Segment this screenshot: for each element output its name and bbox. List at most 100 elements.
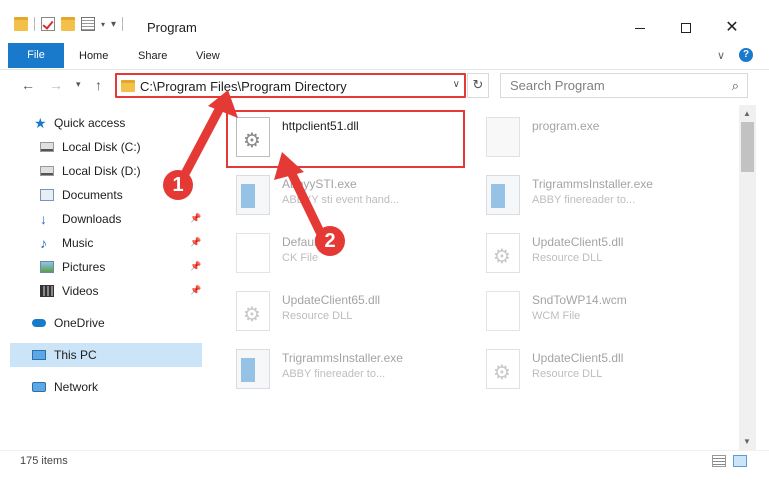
- file-name: httpclient51.dll: [282, 119, 359, 133]
- exe-file-icon: [236, 175, 270, 215]
- recent-locations-icon[interactable]: ▾: [76, 79, 81, 90]
- scroll-down-icon[interactable]: ▼: [743, 437, 751, 446]
- sidebar-item-label: Documents: [62, 188, 123, 202]
- sidebar-item-onedrive[interactable]: OneDrive: [32, 311, 234, 335]
- forward-arrow-icon[interactable]: →: [49, 77, 63, 93]
- file-item[interactable]: TrigrammsInstaller.exe ABBY finereader t…: [468, 163, 713, 221]
- file-type: Resource DLL: [532, 252, 603, 264]
- scroll-up-icon[interactable]: ▲: [743, 109, 751, 118]
- status-bar: 175 items: [0, 450, 769, 481]
- divider: [122, 17, 124, 31]
- back-arrow-icon[interactable]: ←: [21, 77, 35, 93]
- document-file-icon: [486, 291, 520, 331]
- address-path[interactable]: C:\Program Files\Program Directory: [140, 79, 347, 94]
- sidebar-item-label: Quick access: [54, 116, 126, 130]
- sidebar-item-label: This PC: [54, 348, 97, 362]
- sidebar-item-downloads[interactable]: ↓ Downloads 📌: [40, 207, 202, 231]
- callout-step-1: 1: [163, 170, 193, 200]
- navigation-pane: ★ Quick access Local Disk (C:) Local Dis…: [0, 105, 213, 450]
- sidebar-item-label: Music: [62, 236, 94, 250]
- pin-icon[interactable]: 📌: [190, 213, 201, 223]
- dll-file-icon: [236, 291, 270, 331]
- exe-file-icon: [236, 349, 270, 389]
- tab-share[interactable]: Share: [138, 45, 167, 67]
- title-bar: ▾ ▾ Program ✕: [0, 0, 769, 42]
- sidebar-item-videos[interactable]: Videos 📌: [40, 279, 202, 303]
- file-item[interactable]: UpdateClient5.dll Resource DLL: [468, 337, 713, 395]
- disk-icon: [40, 142, 54, 152]
- item-count: 175 items: [20, 455, 68, 467]
- documents-icon: [40, 189, 54, 201]
- file-type: WCM File: [532, 310, 581, 322]
- expand-ribbon-icon[interactable]: ∨: [717, 49, 725, 62]
- window-title: Program: [147, 20, 197, 35]
- tab-file[interactable]: File: [8, 43, 64, 68]
- exe-file-icon: [486, 175, 520, 215]
- pin-icon[interactable]: 📌: [190, 237, 201, 247]
- file-list: httpclient51.dll program.exe AbbyySTI.ex…: [213, 105, 739, 450]
- file-item[interactable]: AbbyySTI.exe ABBYY sti event hand...: [218, 163, 463, 221]
- file-type: Resource DLL: [532, 368, 603, 380]
- refresh-button[interactable]: ↻: [467, 73, 489, 98]
- video-icon: [40, 285, 54, 297]
- pc-icon: [32, 350, 46, 360]
- maximize-icon: [681, 23, 691, 33]
- file-name: TrigrammsInstaller.exe: [532, 177, 653, 191]
- music-icon: ♪: [40, 235, 47, 251]
- sidebar-item-label: OneDrive: [54, 316, 105, 330]
- minimize-icon: [635, 27, 645, 29]
- pin-icon[interactable]: 📌: [190, 261, 201, 271]
- tiles-view-icon[interactable]: [733, 455, 747, 467]
- search-box[interactable]: ⌕: [500, 73, 748, 98]
- file-item[interactable]: SndToWP14.wcm WCM File: [468, 279, 713, 337]
- search-icon[interactable]: ⌕: [732, 78, 739, 94]
- quick-access-toolbar: ▾ ▾: [14, 17, 124, 31]
- maximize-button[interactable]: [663, 14, 709, 42]
- vertical-scrollbar[interactable]: ▲ ▼: [739, 105, 756, 450]
- details-view-icon[interactable]: [712, 455, 726, 467]
- file-item[interactable]: UpdateClient65.dll Resource DLL: [218, 279, 463, 337]
- help-icon[interactable]: ?: [739, 48, 753, 62]
- chevron-down-icon[interactable]: ▾: [101, 20, 105, 29]
- file-item[interactable]: program.exe: [468, 105, 713, 163]
- address-bar[interactable]: C:\Program Files\Program Directory ∨: [115, 73, 466, 98]
- callout-step-2: 2: [315, 226, 345, 256]
- file-type: ABBYY sti event hand...: [282, 194, 400, 206]
- file-type: ABBY finereader to...: [282, 368, 386, 380]
- up-arrow-icon[interactable]: ↑: [95, 77, 102, 93]
- folder-icon: [121, 80, 135, 92]
- close-button[interactable]: ✕: [709, 14, 755, 42]
- dll-file-icon: [486, 233, 520, 273]
- file-item-httpclient51-dll[interactable]: httpclient51.dll: [218, 105, 463, 163]
- sidebar-item-this-pc[interactable]: This PC: [10, 343, 202, 367]
- file-name: UpdateClient5.dll: [532, 235, 624, 249]
- customize-icon[interactable]: [81, 17, 95, 31]
- file-name: program.exe: [532, 119, 600, 133]
- scroll-thumb[interactable]: [741, 122, 754, 172]
- search-input[interactable]: [501, 74, 721, 97]
- ribbon: File Home Share View ∨ ?: [0, 42, 769, 70]
- pin-icon[interactable]: 📌: [190, 285, 201, 295]
- tab-view[interactable]: View: [196, 45, 220, 67]
- qat-menu-icon[interactable]: ▾: [111, 19, 116, 30]
- sidebar-item-local-disk-c[interactable]: Local Disk (C:): [40, 135, 242, 159]
- chevron-down-icon[interactable]: ∨: [453, 79, 460, 90]
- tab-home[interactable]: Home: [79, 45, 108, 67]
- properties-icon[interactable]: [41, 17, 55, 31]
- sidebar-item-pictures[interactable]: Pictures 📌: [40, 255, 202, 279]
- sidebar-item-local-disk-d[interactable]: Local Disk (D:): [40, 159, 242, 183]
- navigation-bar: ← → ▾ ↑ C:\Program Files\Program Directo…: [0, 70, 769, 102]
- file-item[interactable]: TrigrammsInstaller.exe ABBY finereader t…: [218, 337, 463, 395]
- sidebar-item-network[interactable]: Network: [32, 375, 234, 399]
- sidebar-item-label: Downloads: [62, 212, 122, 226]
- sidebar-item-quick-access[interactable]: ★ Quick access: [34, 111, 236, 135]
- new-folder-icon[interactable]: [61, 17, 75, 31]
- sidebar-item-label: Local Disk (C:): [62, 140, 141, 154]
- minimize-button[interactable]: [617, 14, 663, 42]
- sidebar-item-music[interactable]: ♪ Music 📌: [40, 231, 202, 255]
- sidebar-item-label: Local Disk (D:): [62, 164, 141, 178]
- sidebar-item-documents[interactable]: Documents: [40, 183, 242, 207]
- file-type: CK File: [282, 252, 319, 264]
- file-type: ABBY finereader to...: [532, 194, 636, 206]
- file-item[interactable]: UpdateClient5.dll Resource DLL: [468, 221, 713, 279]
